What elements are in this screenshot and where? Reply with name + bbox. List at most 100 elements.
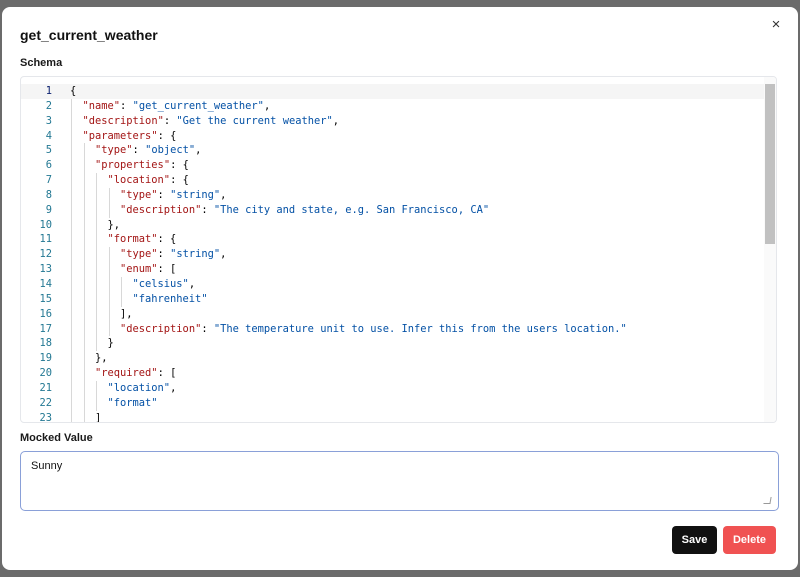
code-line[interactable]: 21 "location", [21,380,764,396]
editor-scrollbar[interactable] [764,77,776,422]
indent-guide [96,187,97,203]
json-string: "The temperature unit to use. Infer this… [213,322,627,335]
json-punctuation: : [120,99,133,112]
indent-guide [96,202,97,218]
code-line[interactable]: 15 "fahrenheit" [21,291,764,307]
indent-guide [121,291,122,307]
schema-code-editor[interactable]: 1{2 "name": "get_current_weather", 3 "descr… [20,76,777,423]
indent-guide [83,187,85,203]
code-line[interactable]: 20 "required": [ [21,366,764,381]
line-number: 15 [39,292,52,305]
indent-guide [96,306,97,322]
json-punctuation: , [195,144,202,157]
code-line[interactable]: 17 "description": "The temperature unit t… [21,321,764,337]
line-number: 4 [45,129,52,142]
line-number: 6 [45,159,52,172]
indent-guide [71,366,72,381]
code-line[interactable]: 7 "location": { [21,173,764,188]
code-text: "format": { [108,232,177,247]
code-line[interactable]: 23] [21,410,764,423]
json-punctuation: : { [157,129,177,142]
line-number: 20 [39,367,52,380]
code-line[interactable]: 5 "type": "object", [21,143,764,159]
code-text: "name": "get_current_weather", [83,99,271,114]
code-text: "location": { [108,173,189,188]
indent-guide [71,187,72,203]
code-line[interactable]: 18} [21,336,764,352]
indent-guide [71,262,72,277]
indent-guide [96,247,97,263]
json-punctuation: } [107,337,114,350]
line-number: 23 [39,411,52,423]
code-text: }, [108,218,121,233]
code-line[interactable]: 11 "format": { [21,232,764,248]
line-number: 17 [39,322,52,335]
code-line[interactable]: 3 "description": "Get the current weather… [21,113,764,129]
code-line[interactable]: 13 "enum": [ [21,262,764,277]
code-text: "description": "The city and state, e.g.… [120,203,489,218]
json-key: "parameters" [82,129,158,142]
json-punctuation: , [332,114,340,127]
indent-guide [108,262,110,277]
indent-guide [83,217,85,233]
line-number: 14 [39,277,52,290]
json-string: "celsius" [132,277,189,290]
json-key: "required" [95,367,158,380]
json-key: "description" [120,203,202,216]
indent-guide [71,173,72,188]
code-line[interactable]: 4 "parameters": { [21,128,764,144]
indent-guide [71,380,72,396]
json-key: "enum" [120,263,158,276]
code-text: "fahrenheit" [133,292,208,307]
indent-guide [71,128,72,144]
json-punctuation: , [220,188,227,201]
indent-guide [71,113,72,129]
json-punctuation: : [201,203,214,216]
code-line[interactable]: 16], [21,306,764,322]
code-line[interactable]: 9 "description": "The city and state, e.g… [21,202,764,218]
line-number: 22 [39,396,52,409]
code-text: "description": "The temperature unit to … [120,322,627,337]
code-text: } [108,336,114,351]
indent-guide [83,321,85,337]
code-lines[interactable]: 1{2 "name": "get_current_weather", 3 "descr… [21,84,764,423]
dialog-title: get_current_weather [20,27,158,43]
code-text: "type": "object", [95,143,201,158]
code-text: ] [95,411,101,422]
close-icon[interactable]: × [768,17,784,33]
indent-guide [83,336,85,352]
resize-handle-icon[interactable] [763,497,772,504]
code-line[interactable]: 14 "celsius", [21,276,764,292]
code-text: "type": "string", [120,247,226,262]
mocked-value-input[interactable]: Sunny [20,451,779,511]
json-punctuation: , [188,277,196,290]
json-key: "type" [120,188,158,201]
json-string: "string" [170,248,221,261]
json-punctuation: : { [157,233,177,246]
code-text: ], [120,307,133,322]
indent-guide [83,351,85,367]
save-button[interactable]: Save [672,526,717,554]
delete-button[interactable]: Delete [723,526,776,554]
json-punctuation: ], [120,307,133,320]
indent-guide [71,395,72,411]
line-number: 8 [45,188,52,201]
code-line[interactable]: 12 "type": "string", [21,247,764,263]
scrollbar-thumb[interactable] [765,84,775,244]
json-punctuation: : [201,322,214,335]
code-text: { [70,84,76,99]
code-line[interactable]: 8 "type": "string", [21,187,764,203]
indent-guide [71,351,72,367]
code-line[interactable]: 22 "format" [21,395,764,411]
code-line[interactable]: 1{ [21,84,764,99]
code-line[interactable]: 2 "name": "get_current_weather", [21,98,764,114]
line-number: 16 [39,307,52,320]
line-number: 21 [39,381,52,394]
indent-guide [71,321,72,337]
indent-guide [96,262,97,277]
code-line[interactable]: 6 "properties": { [21,158,764,174]
indent-guide [83,306,85,322]
code-line[interactable]: 10}, [21,217,764,233]
json-punctuation: }, [107,218,121,231]
code-line[interactable]: 19}, [21,351,764,367]
